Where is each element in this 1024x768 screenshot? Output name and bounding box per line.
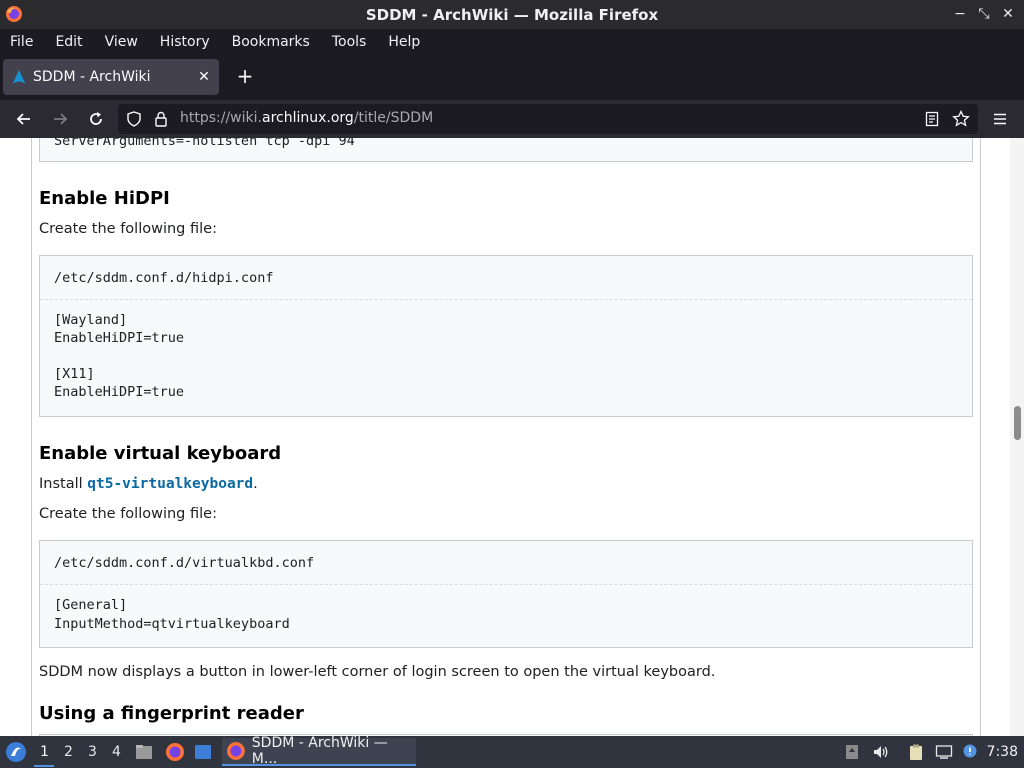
notification-icon[interactable] — [960, 742, 980, 762]
reload-icon[interactable] — [85, 108, 107, 130]
terminal-icon[interactable] — [193, 742, 213, 762]
volume-icon[interactable] — [870, 742, 890, 762]
menu-view[interactable]: View — [105, 34, 138, 50]
new-tab-icon[interactable]: + — [234, 66, 256, 88]
firefox-window-icon — [226, 742, 245, 760]
code-line: [Wayland] — [54, 312, 128, 328]
menubar: File Edit View History Bookmarks Tools H… — [0, 29, 1024, 54]
window-title: SDDM - ArchWiki — Mozilla Firefox — [365, 5, 659, 24]
forward-icon[interactable] — [49, 108, 71, 130]
page-content: ServerArguments=-nolisten tcp -dpi 94 En… — [0, 138, 1024, 736]
tray-upload-icon[interactable] — [842, 742, 862, 762]
code-block-hidpi: /etc/sddm.conf.d/hidpi.conf [Wayland] En… — [39, 255, 973, 417]
menu-help[interactable]: Help — [388, 34, 420, 50]
clock: 7:38 — [986, 744, 1018, 760]
back-icon[interactable] — [13, 108, 35, 130]
content-border-right — [980, 138, 981, 736]
archlinux-favicon-icon — [12, 70, 26, 84]
file-manager-icon[interactable] — [134, 742, 154, 762]
minimize-icon[interactable]: − — [950, 4, 970, 24]
code-line: [General] — [54, 597, 128, 613]
firefox-logo-icon — [6, 6, 22, 22]
heading-enable-hidpi: Enable HiDPI — [39, 188, 170, 209]
url-text[interactable]: https://wiki.archlinux.org/title/SDDM — [180, 110, 433, 126]
code-filename: /etc/sddm.conf.d/hidpi.conf — [54, 270, 274, 286]
reader-view-icon[interactable] — [924, 111, 940, 127]
code-block-virtualkbd: /etc/sddm.conf.d/virtualkbd.conf [Genera… — [39, 540, 973, 648]
code-separator — [40, 299, 972, 300]
workspace-2[interactable]: 2 — [64, 744, 73, 760]
lock-icon[interactable] — [154, 111, 168, 127]
close-tab-icon[interactable]: ✕ — [195, 68, 213, 86]
menu-bookmarks[interactable]: Bookmarks — [232, 34, 310, 50]
close-window-icon[interactable]: ✕ — [998, 4, 1018, 24]
taskbar: 1 2 3 4 SDDM - ArchWiki — M... 7:38 — [0, 735, 1024, 768]
navigation-toolbar: https://wiki.archlinux.org/title/SDDM — [0, 100, 1024, 138]
taskbar-window-firefox[interactable]: SDDM - ArchWiki — M... — [222, 735, 416, 767]
tab-sddm-archwiki[interactable]: SDDM - ArchWiki ✕ — [3, 59, 219, 95]
start-menu-icon[interactable] — [4, 740, 28, 764]
package-link-qt5-virtualkeyboard[interactable]: qt5-virtualkeyboard — [87, 476, 253, 492]
menu-edit[interactable]: Edit — [55, 34, 82, 50]
code-line: EnableHiDPI=true — [54, 330, 185, 346]
menu-tools[interactable]: Tools — [332, 34, 367, 50]
heading-using-fingerprint-reader: Using a fingerprint reader — [39, 703, 304, 724]
clipboard-icon[interactable] — [906, 742, 926, 762]
heading-enable-virtual-keyboard: Enable virtual keyboard — [39, 443, 282, 464]
active-workspace-indicator — [34, 765, 54, 767]
shield-icon[interactable] — [126, 111, 142, 127]
code-block-server-arguments: ServerArguments=-nolisten tcp -dpi 94 — [39, 138, 973, 162]
vkbd-intro-text: Create the following file: — [39, 506, 217, 522]
code-line: ServerArguments=-nolisten tcp -dpi 94 — [54, 138, 355, 149]
workspace-3[interactable]: 3 — [88, 744, 97, 760]
code-line: EnableHiDPI=true — [54, 384, 185, 400]
vkbd-note-text: SDDM now displays a button in lower-left… — [39, 664, 716, 680]
bookmark-star-icon[interactable] — [952, 110, 970, 128]
code-filename: /etc/sddm.conf.d/virtualkbd.conf — [54, 555, 315, 571]
hidpi-intro-text: Create the following file: — [39, 221, 217, 237]
menu-file[interactable]: File — [10, 34, 33, 50]
restore-icon[interactable]: ⤡ — [974, 4, 994, 24]
content-border-left — [31, 138, 32, 736]
workspace-4[interactable]: 4 — [112, 744, 121, 760]
tab-strip: SDDM - ArchWiki ✕ + — [0, 54, 1024, 100]
window-titlebar: SDDM - ArchWiki — Mozilla Firefox − ⤡ ✕ — [0, 0, 1024, 29]
menu-history[interactable]: History — [160, 34, 210, 50]
tab-label: SDDM - ArchWiki — [33, 69, 151, 85]
taskbar-window-label: SDDM - ArchWiki — M... — [251, 735, 388, 767]
code-line: [X11] — [54, 366, 95, 382]
hamburger-menu-icon[interactable] — [989, 108, 1011, 130]
scrollbar-thumb[interactable] — [1014, 406, 1021, 440]
workspace-1[interactable]: 1 — [40, 744, 49, 760]
code-separator — [40, 584, 972, 585]
url-bar[interactable]: https://wiki.archlinux.org/title/SDDM — [118, 104, 978, 134]
firefox-launcher-icon[interactable] — [165, 742, 185, 762]
code-line: InputMethod=qtvirtualkeyboard — [54, 616, 290, 632]
install-package-text: Install qt5-virtualkeyboard. — [39, 476, 258, 492]
network-icon[interactable] — [934, 742, 954, 762]
